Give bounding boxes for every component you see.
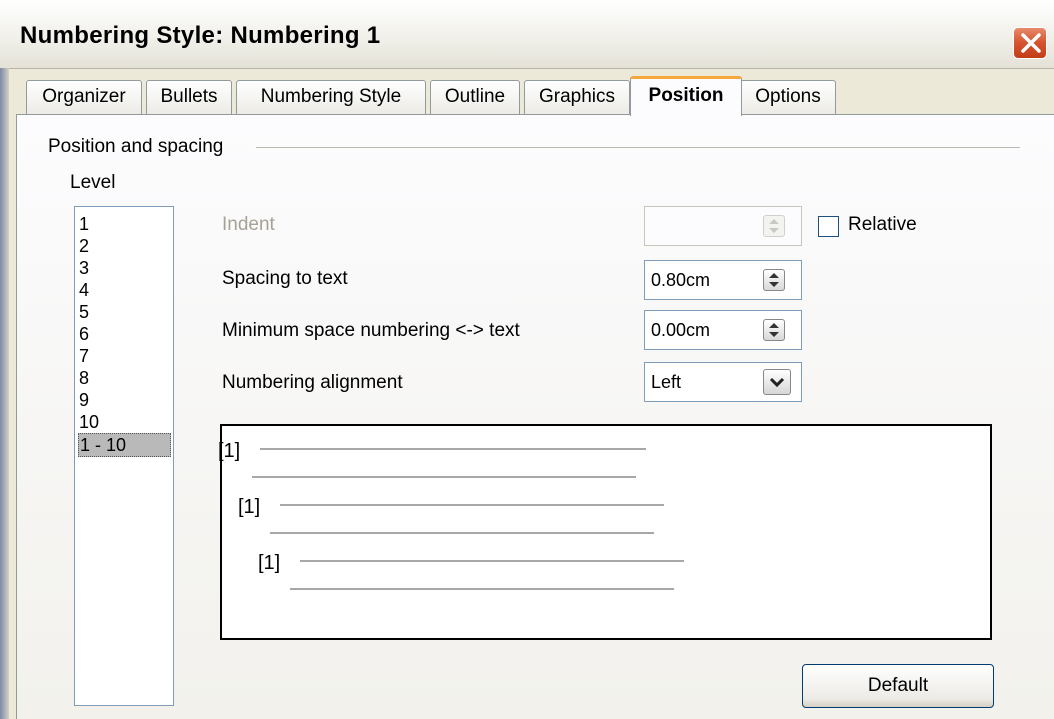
min-space-value[interactable]: 0.00cm (651, 320, 710, 341)
tab-bullets[interactable]: Bullets (146, 80, 232, 114)
indent-label: Indent (222, 214, 275, 235)
relative-checkbox[interactable] (818, 216, 839, 237)
preview-marker-1: [1] (218, 440, 241, 462)
tab-outline[interactable]: Outline (430, 80, 520, 114)
tab-organizer[interactable]: Organizer (26, 80, 142, 114)
spin-arrows-icon (769, 323, 779, 337)
preview-marker-3: [1] (258, 552, 281, 574)
preview-line (300, 560, 684, 562)
preview-line (290, 588, 674, 590)
level-item-10[interactable]: 10 (79, 411, 99, 433)
level-item-2[interactable]: 2 (79, 235, 89, 257)
level-item-7[interactable]: 7 (79, 345, 89, 367)
spacing-to-text-spinbox[interactable]: 0.80cm (644, 260, 802, 300)
dialog-title: Numbering Style: Numbering 1 (20, 22, 381, 49)
group-title: Position and spacing (48, 136, 224, 157)
preview-line (270, 532, 654, 534)
dialog-window: Numbering Style: Numbering 1 Organizer B… (0, 0, 1054, 719)
level-item-4[interactable]: 4 (79, 279, 89, 301)
min-space-label: Minimum space numbering <-> text (222, 320, 520, 341)
level-item-1[interactable]: 1 (79, 213, 89, 235)
preview-line (260, 448, 646, 450)
level-item-all[interactable]: 1 - 10 (78, 433, 171, 457)
preview-line (280, 504, 664, 506)
spacing-to-text-value[interactable]: 0.80cm (651, 270, 710, 291)
alignment-value[interactable]: Left (651, 372, 681, 393)
spin-arrows-icon (769, 219, 779, 233)
level-item-5[interactable]: 5 (79, 301, 89, 323)
close-icon (1021, 33, 1041, 53)
close-button[interactable] (1013, 27, 1047, 59)
relative-label[interactable]: Relative (848, 214, 917, 236)
min-space-spinbox[interactable]: 0.00cm (644, 310, 802, 350)
title-bar[interactable]: Numbering Style: Numbering 1 (0, 0, 1054, 69)
preview-pane: [1] [1] [1] (218, 424, 992, 640)
level-label: Level (70, 172, 116, 193)
indent-spin-arrows (763, 215, 785, 237)
preview-marker-2: [1] (238, 496, 261, 518)
tab-graphics[interactable]: Graphics (524, 80, 630, 114)
group-separator (256, 147, 1020, 148)
window-border (0, 68, 9, 719)
level-item-8[interactable]: 8 (79, 367, 89, 389)
level-listbox[interactable]: 1 2 3 4 5 6 7 8 9 10 1 - 10 (74, 206, 174, 706)
level-item-6[interactable]: 6 (79, 323, 89, 345)
level-item-9[interactable]: 9 (79, 389, 89, 411)
indent-spinbox (644, 206, 802, 246)
alignment-dropdown-button[interactable] (763, 369, 791, 395)
chevron-down-icon (769, 377, 785, 388)
tab-numbering-style[interactable]: Numbering Style (236, 80, 426, 114)
level-item-3[interactable]: 3 (79, 257, 89, 279)
min-space-spin-arrows[interactable] (763, 319, 785, 341)
tab-options[interactable]: Options (740, 80, 836, 114)
alignment-label: Numbering alignment (222, 372, 403, 393)
alignment-dropdown[interactable]: Left (644, 362, 802, 402)
spacing-spin-arrows[interactable] (763, 269, 785, 291)
spin-arrows-icon (769, 273, 779, 287)
preview-line (252, 476, 636, 478)
default-button[interactable]: Default (802, 664, 994, 708)
spacing-to-text-label: Spacing to text (222, 268, 348, 289)
tab-position[interactable]: Position (630, 76, 742, 116)
